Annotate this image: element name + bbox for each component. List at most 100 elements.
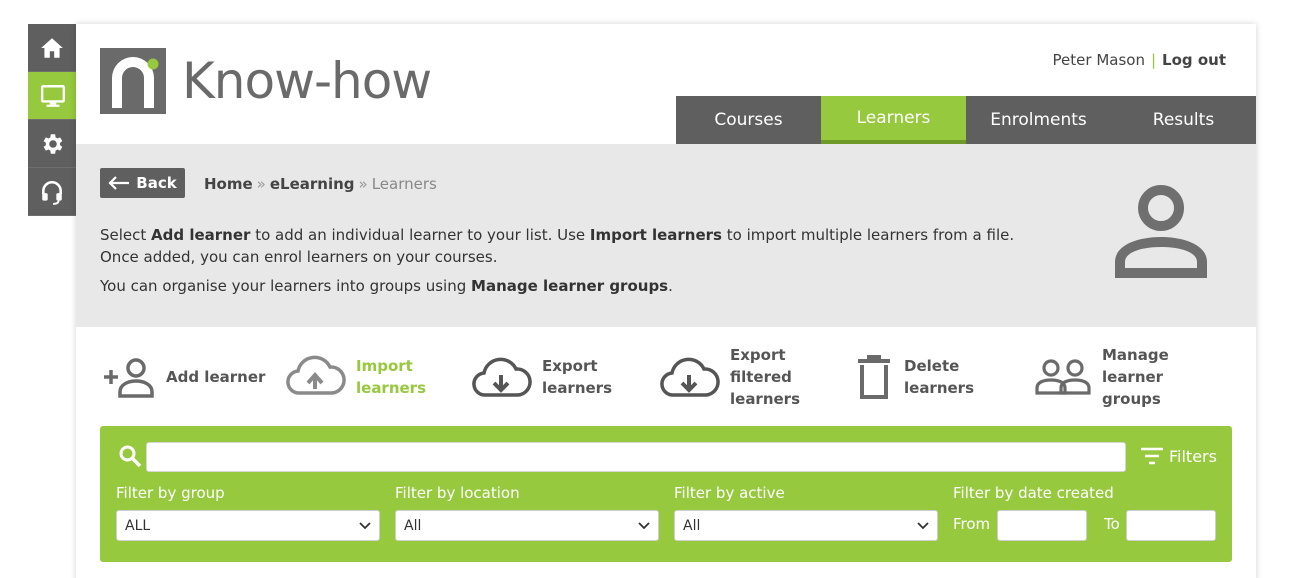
intro-text: Select Add learner to add an individual … (100, 224, 1060, 297)
user-area: Peter Mason | Log out (1053, 51, 1226, 69)
export-filtered-learners-label: Export filtered learners (730, 344, 800, 410)
know-how-logo-icon (100, 48, 166, 114)
filter-group-label: Filter by group (116, 484, 225, 502)
filter-active-label: Filter by active (674, 484, 785, 502)
intro-line-3: You can organise your learners into grou… (100, 275, 1060, 297)
import-learners-label: Import learners (356, 355, 426, 399)
intro-line-1: Select Add learner to add an individual … (100, 224, 1060, 268)
intro-text-span: You can organise your learners into grou… (100, 277, 472, 295)
user-separator: | (1150, 51, 1157, 69)
date-from-field[interactable] (997, 510, 1087, 541)
intro-bold-add-learner: Add learner (151, 226, 251, 244)
tab-enrolments[interactable]: Enrolments (966, 96, 1111, 144)
back-button[interactable]: Back (100, 168, 185, 198)
breadcrumb-elearning[interactable]: eLearning (270, 175, 355, 193)
delete-learners-label: Delete learners (904, 355, 974, 399)
chevron-down-icon (917, 521, 929, 529)
import-learners-action[interactable]: Import learners (284, 344, 426, 410)
cloud-download-icon (660, 357, 720, 397)
main-card: Know-how Peter Mason | Log out Courses Lea… (76, 24, 1256, 578)
intro-panel: Back Home» eLearning» Learners Select Add … (76, 144, 1256, 327)
logo[interactable]: Know-how (100, 48, 432, 114)
action-text: learners (904, 379, 975, 397)
side-nav-support[interactable] (28, 168, 76, 216)
action-text: Export (730, 346, 786, 364)
chevron-down-icon (359, 521, 371, 529)
breadcrumb-separator: » (256, 175, 266, 193)
side-nav-elearning[interactable] (28, 72, 78, 120)
action-text: learner (1102, 368, 1164, 386)
action-bar: Add learner Import learners Export learner… (100, 344, 1240, 414)
intro-text-span: . (668, 277, 673, 295)
add-person-icon (104, 358, 154, 398)
add-learner-action[interactable]: Add learner (100, 344, 265, 410)
filter-active-select[interactable]: All (674, 510, 938, 541)
brand-name: Know-how (182, 52, 432, 110)
user-name: Peter Mason (1052, 51, 1145, 69)
action-text: groups (1102, 390, 1161, 408)
filter-location-label: Filter by location (395, 484, 520, 502)
action-text: learners (356, 379, 427, 397)
side-nav-settings[interactable] (28, 120, 76, 168)
tab-results[interactable]: Results (1111, 96, 1256, 144)
manage-learner-groups-label: Manage learner groups (1102, 344, 1169, 410)
filters-label: Filters (1169, 446, 1217, 466)
home-icon (41, 37, 63, 58)
filters-toggle[interactable]: Filters (1140, 446, 1217, 466)
action-text: Add learner (166, 368, 266, 386)
date-to-label: To (1104, 515, 1120, 533)
action-text: Export (542, 357, 598, 375)
headset-icon (42, 180, 62, 205)
intro-text-span: to import multiple learners from a file. (721, 226, 1015, 244)
monitor-icon (40, 84, 66, 107)
header: Know-how Peter Mason | Log out Courses Lea… (76, 24, 1256, 144)
filter-location-select[interactable]: All (395, 510, 659, 541)
manage-learner-groups-action[interactable]: Manage learner groups (1034, 344, 1169, 410)
cloud-download-icon (472, 357, 532, 397)
breadcrumb-home[interactable]: Home (204, 175, 253, 193)
logout-link[interactable]: Log out (1162, 51, 1226, 69)
intro-text-span: Select (100, 226, 152, 244)
intro-bold-import-learners: Import learners (589, 226, 722, 244)
chevron-down-icon (638, 521, 650, 529)
filter-date-label: Filter by date created (953, 484, 1114, 502)
breadcrumb-separator: » (358, 175, 368, 193)
add-learner-label: Add learner (166, 366, 265, 388)
action-text: learners (730, 390, 801, 408)
cloud-upload-icon (286, 355, 346, 395)
filter-active-value: All (683, 517, 701, 534)
intro-line-2: Once added, you can enrol learners on yo… (100, 248, 498, 266)
intro-text-span: to add an individual learner to your lis… (250, 226, 590, 244)
tab-courses[interactable]: Courses (676, 96, 821, 144)
export-learners-label: Export learners (542, 355, 612, 399)
search-input[interactable] (146, 442, 1126, 472)
filter-group-value: ALL (125, 517, 151, 534)
intro-bold-manage-groups: Manage learner groups (471, 277, 669, 295)
gear-icon (43, 133, 63, 154)
action-text: Delete (904, 357, 960, 375)
export-filtered-learners-action[interactable]: Export filtered learners (658, 344, 800, 410)
action-text: filtered (730, 368, 792, 386)
back-label: Back (136, 174, 177, 192)
person-icon (1115, 185, 1207, 278)
side-nav-home[interactable] (28, 24, 76, 72)
breadcrumb-current: Learners (371, 175, 437, 193)
arrow-left-icon (108, 176, 130, 190)
filter-panel: Filters Filter by group ALL Filter by lo… (100, 426, 1232, 562)
trash-icon (858, 355, 890, 399)
action-text: learners (542, 379, 613, 397)
export-learners-action[interactable]: Export learners (470, 344, 612, 410)
breadcrumb: Home» eLearning» Learners (204, 175, 437, 193)
filter-location-value: All (404, 517, 422, 534)
search-icon[interactable] (118, 444, 142, 468)
delete-learners-action[interactable]: Delete learners (854, 344, 974, 410)
date-to-field[interactable] (1126, 510, 1216, 541)
date-from-label: From (953, 515, 991, 533)
side-nav (28, 24, 78, 216)
filter-icon (1141, 447, 1163, 465)
action-text: Manage (1102, 346, 1169, 364)
filter-group-select[interactable]: ALL (116, 510, 380, 541)
tab-learners[interactable]: Learners (821, 96, 966, 144)
action-text: Import (356, 357, 413, 375)
group-icon (1035, 359, 1091, 395)
